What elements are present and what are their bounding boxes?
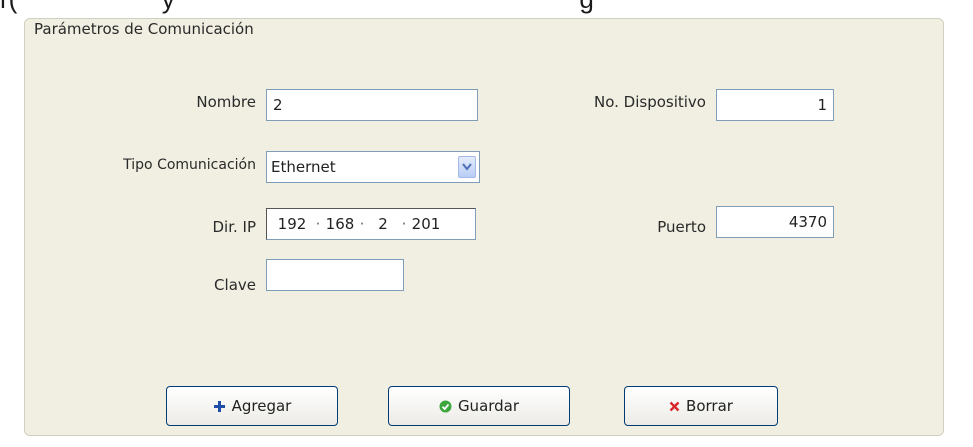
clave-input[interactable] [266,259,404,291]
guardar-label: Guardar [457,397,520,415]
no-dispositivo-label: No. Dispositivo [594,93,706,111]
nombre-label: Nombre [196,93,256,111]
borrar-button[interactable]: Borrar [624,386,778,426]
puerto-input[interactable]: 4370 [716,206,834,238]
ip-octet-1[interactable]: 192 [271,209,313,239]
tipo-comunicacion-label: Tipo Comunicación [123,157,256,173]
dir-ip-label: Dir. IP [212,218,256,236]
x-icon [669,401,680,412]
agregar-button[interactable]: Agregar [166,386,338,426]
dir-ip-input[interactable]: 192 · 168 · 2 · 201 [266,208,476,240]
ip-octet-3[interactable]: 2 [367,209,399,239]
ip-octet-4[interactable]: 201 [409,209,443,239]
agregar-label: Agregar [231,397,292,415]
ip-separator: · [359,215,365,233]
guardar-button[interactable]: Guardar [388,386,570,426]
borrar-label: Borrar [686,397,733,415]
panel-legend: Parámetros de Comunicación [32,20,256,38]
ip-separator: · [401,215,407,233]
ip-separator: · [315,215,321,233]
no-dispositivo-input[interactable]: 1 [716,89,834,121]
nombre-input[interactable]: 2 [266,89,478,121]
check-circle-icon [439,400,452,413]
puerto-label: Puerto [657,218,706,236]
tipo-comunicacion-value: Ethernet [271,158,336,176]
clave-label: Clave [214,276,256,294]
ip-octet-2[interactable]: 168 [323,209,357,239]
plus-icon [213,400,226,413]
chevron-down-icon[interactable] [458,156,476,178]
tipo-comunicacion-select[interactable]: Ethernet [266,151,480,183]
